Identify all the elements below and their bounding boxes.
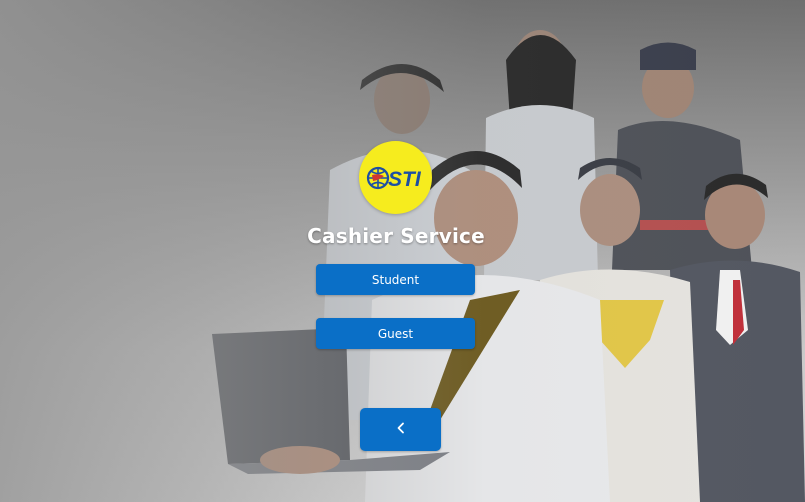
back-button[interactable] [360, 408, 441, 451]
chevron-left-icon [395, 422, 407, 437]
student-button[interactable]: Student [316, 264, 475, 295]
page-title: Cashier Service [307, 224, 485, 248]
cashier-service-screen: STI Cashier Service Student Guest [0, 0, 805, 502]
sti-logo-text: STI [388, 168, 422, 191]
sti-logo: STI [359, 141, 432, 214]
sti-logo-mark: STI [366, 166, 422, 191]
guest-button[interactable]: Guest [316, 318, 475, 349]
